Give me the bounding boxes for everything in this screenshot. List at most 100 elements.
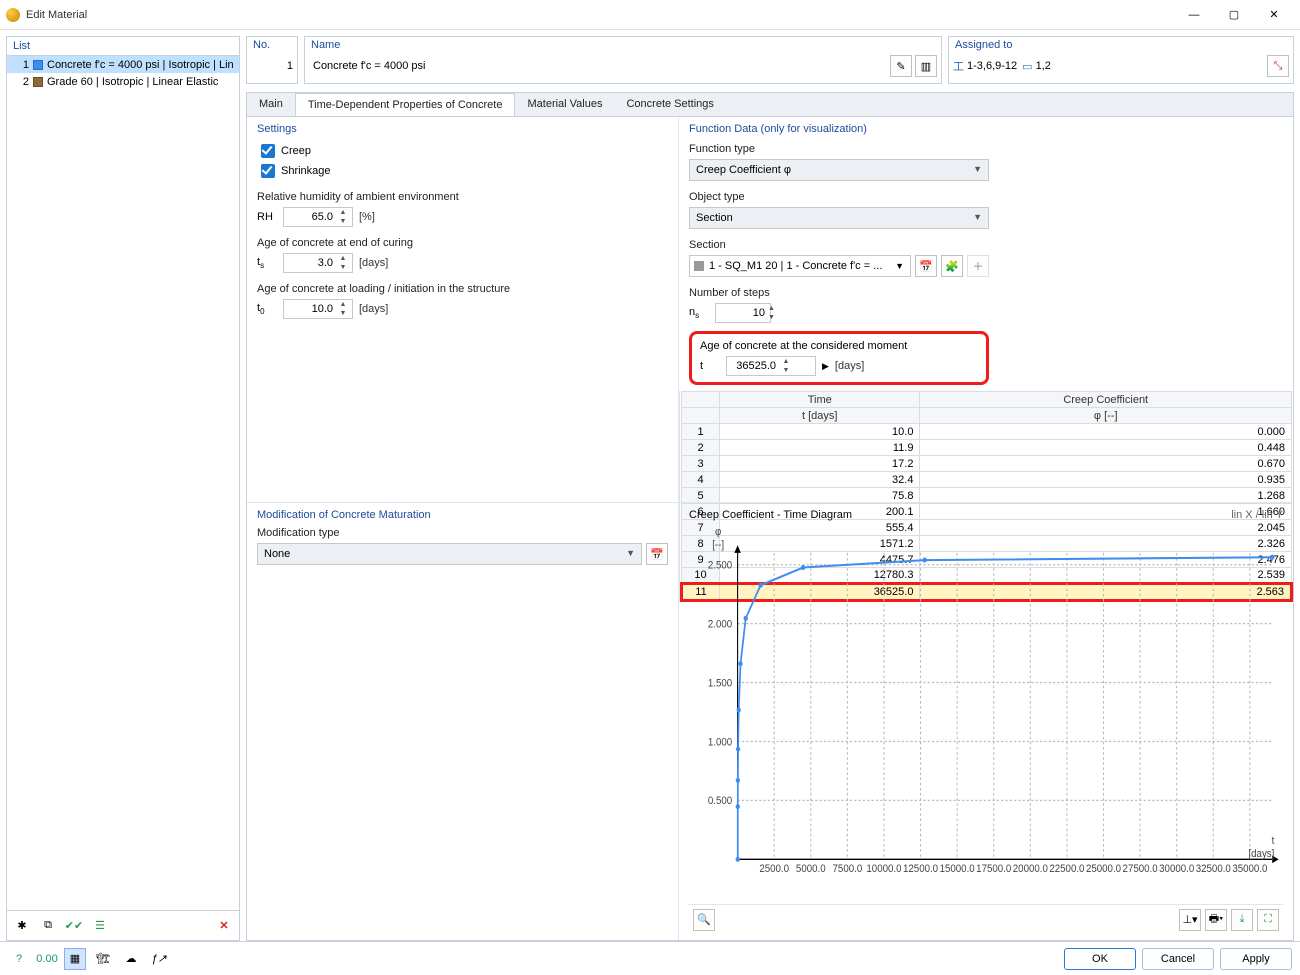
zoom-tool-icon[interactable]: 🔍	[693, 909, 715, 931]
list-item-label: Concrete f'c = 4000 psi | Isotropic | Li…	[47, 59, 234, 71]
svg-text:[--]: [--]	[712, 538, 724, 551]
svg-text:2.500: 2.500	[708, 559, 732, 572]
spin-up-icon[interactable]: ▲	[336, 254, 350, 263]
footer-toolbar: ? 0.00 ▦ 🏗 ☁ ƒ↗ OK Cancel Apply	[0, 941, 1300, 975]
t0-symbol: t0	[257, 302, 277, 316]
svg-text:30000.0: 30000.0	[1159, 862, 1194, 875]
ts-symbol: ts	[257, 256, 277, 270]
color-swatch-icon	[33, 60, 43, 70]
table-row[interactable]: 432.40.935	[682, 472, 1292, 488]
minimize-button[interactable]: —	[1174, 1, 1214, 29]
list-toolbar: ✱ ⧉ ✔✔ ☰ ✕	[7, 910, 239, 940]
svg-text:5000.0: 5000.0	[796, 862, 826, 875]
library-icon[interactable]: ▥	[915, 55, 937, 77]
new-item-icon[interactable]: ✱	[11, 915, 33, 937]
table-row[interactable]: 110.00.000	[682, 424, 1292, 440]
number-field-box: No.	[246, 36, 298, 84]
date-picker-icon[interactable]: 📅	[915, 255, 937, 277]
material-name-input[interactable]	[309, 55, 887, 77]
play-icon[interactable]: ▶	[822, 361, 829, 372]
model-icon[interactable]: 🏗	[92, 948, 114, 970]
svg-text:20000.0: 20000.0	[1013, 862, 1048, 875]
spin-up-icon[interactable]: ▲	[779, 357, 793, 366]
chart-title: Creep Coefficient - Time Diagram	[689, 509, 852, 521]
list-item[interactable]: 1 Concrete f'c = 4000 psi | Isotropic | …	[7, 56, 239, 73]
rh-input[interactable]: ▲▼	[283, 207, 353, 227]
svg-text:25000.0: 25000.0	[1086, 862, 1121, 875]
tab-material-values[interactable]: Material Values	[515, 93, 614, 116]
check-all-icon[interactable]: ✔✔	[63, 915, 85, 937]
function-icon[interactable]: ƒ↗	[148, 948, 170, 970]
modification-type-select[interactable]: None▼	[257, 543, 642, 565]
tab-concrete-settings[interactable]: Concrete Settings	[614, 93, 725, 116]
tab-time-dependent[interactable]: Time-Dependent Properties of Concrete	[295, 93, 516, 117]
assigned-members: 工 1-3,6,9-12	[953, 58, 1017, 74]
svg-text:0.500: 0.500	[708, 795, 732, 808]
close-button[interactable]: ✕	[1254, 1, 1294, 29]
copy-item-icon[interactable]: ⧉	[37, 915, 59, 937]
spin-up-icon[interactable]: ▲	[336, 208, 350, 217]
spin-down-icon[interactable]: ▼	[336, 263, 350, 272]
chevron-down-icon: ▼	[973, 164, 982, 174]
new-section-icon[interactable]: ＋	[967, 255, 989, 277]
ts-input[interactable]: ▲▼	[283, 253, 353, 273]
export-chart-icon[interactable]: ⤓	[1231, 909, 1253, 931]
svg-text:1.000: 1.000	[708, 736, 732, 749]
creep-checkbox[interactable]: Creep	[261, 144, 668, 158]
settings-column: Settings Creep Shrinkage Relative humidi…	[247, 117, 679, 502]
edit-section-icon[interactable]: 🧩	[941, 255, 963, 277]
section-select[interactable]: 1 - SQ_M1 20 | 1 - Concrete f'c = ... ▼	[689, 255, 911, 277]
chevron-down-icon: ▼	[895, 261, 904, 271]
info-icon[interactable]: ☁	[120, 948, 142, 970]
table-row[interactable]: 211.90.448	[682, 440, 1292, 456]
view-icon[interactable]: ▦	[64, 948, 86, 970]
spin-down-icon[interactable]: ▼	[336, 309, 350, 318]
table-row[interactable]: 317.20.670	[682, 456, 1292, 472]
help-icon[interactable]: ?	[8, 948, 30, 970]
svg-text:t: t	[1272, 834, 1275, 847]
spin-up-icon[interactable]: ▲	[336, 300, 350, 309]
shrinkage-checkbox[interactable]: Shrinkage	[261, 164, 668, 178]
function-data-column: Function Data (only for visualization) F…	[679, 117, 999, 391]
material-number-input[interactable]	[247, 55, 297, 77]
chart-scale-label: lin X / lin Y	[1231, 509, 1283, 521]
svg-text:2.000: 2.000	[708, 618, 732, 631]
edit-name-icon[interactable]: ✎	[890, 55, 912, 77]
t0-input[interactable]: ▲▼	[283, 299, 353, 319]
tab-main[interactable]: Main	[247, 93, 295, 116]
print-icon[interactable]: 🖶▾	[1205, 909, 1227, 931]
maximize-button[interactable]: ▢	[1214, 1, 1254, 29]
checkbox-icon	[261, 164, 275, 178]
expand-chart-icon[interactable]: ⛶	[1257, 909, 1279, 931]
date-picker-icon[interactable]: 📅	[646, 543, 668, 565]
svg-text:φ: φ	[715, 525, 721, 538]
function-type-select[interactable]: Creep Coefficient φ▼	[689, 159, 989, 181]
list-item[interactable]: 2 Grade 60 | Isotropic | Linear Elastic	[7, 73, 239, 90]
spin-up-icon[interactable]: ▲	[768, 304, 775, 313]
list-item-label: Grade 60 | Isotropic | Linear Elastic	[47, 76, 218, 88]
svg-text:17500.0: 17500.0	[976, 862, 1011, 875]
color-swatch-icon	[33, 77, 43, 87]
spin-down-icon[interactable]: ▼	[336, 217, 350, 226]
units-icon[interactable]: 0.00	[36, 948, 58, 970]
chart-column: Creep Coefficient - Time Diagram lin X /…	[679, 503, 1293, 940]
delete-icon[interactable]: ✕	[213, 915, 235, 937]
axis-settings-icon[interactable]: ⊥▾	[1179, 909, 1201, 931]
svg-text:35000.0: 35000.0	[1232, 862, 1267, 875]
material-list[interactable]: 1 Concrete f'c = 4000 psi | Isotropic | …	[7, 55, 239, 910]
svg-text:22500.0: 22500.0	[1049, 862, 1084, 875]
apply-button[interactable]: Apply	[1220, 948, 1292, 970]
rh-symbol: RH	[257, 211, 277, 223]
svg-text:2500.0: 2500.0	[759, 862, 789, 875]
tree-view-icon[interactable]: ☰	[89, 915, 111, 937]
ok-button[interactable]: OK	[1064, 948, 1136, 970]
window-title: Edit Material	[26, 9, 1174, 21]
t-input[interactable]: ▲▼	[726, 356, 816, 376]
object-type-select[interactable]: Section▼	[689, 207, 989, 229]
ns-input[interactable]: ▲▼	[715, 303, 771, 323]
chevron-down-icon: ▼	[626, 548, 635, 558]
spin-down-icon[interactable]: ▼	[779, 366, 793, 375]
spin-down-icon[interactable]: ▼	[768, 313, 775, 322]
pick-assigned-icon[interactable]: ⤡	[1267, 55, 1289, 77]
cancel-button[interactable]: Cancel	[1142, 948, 1214, 970]
